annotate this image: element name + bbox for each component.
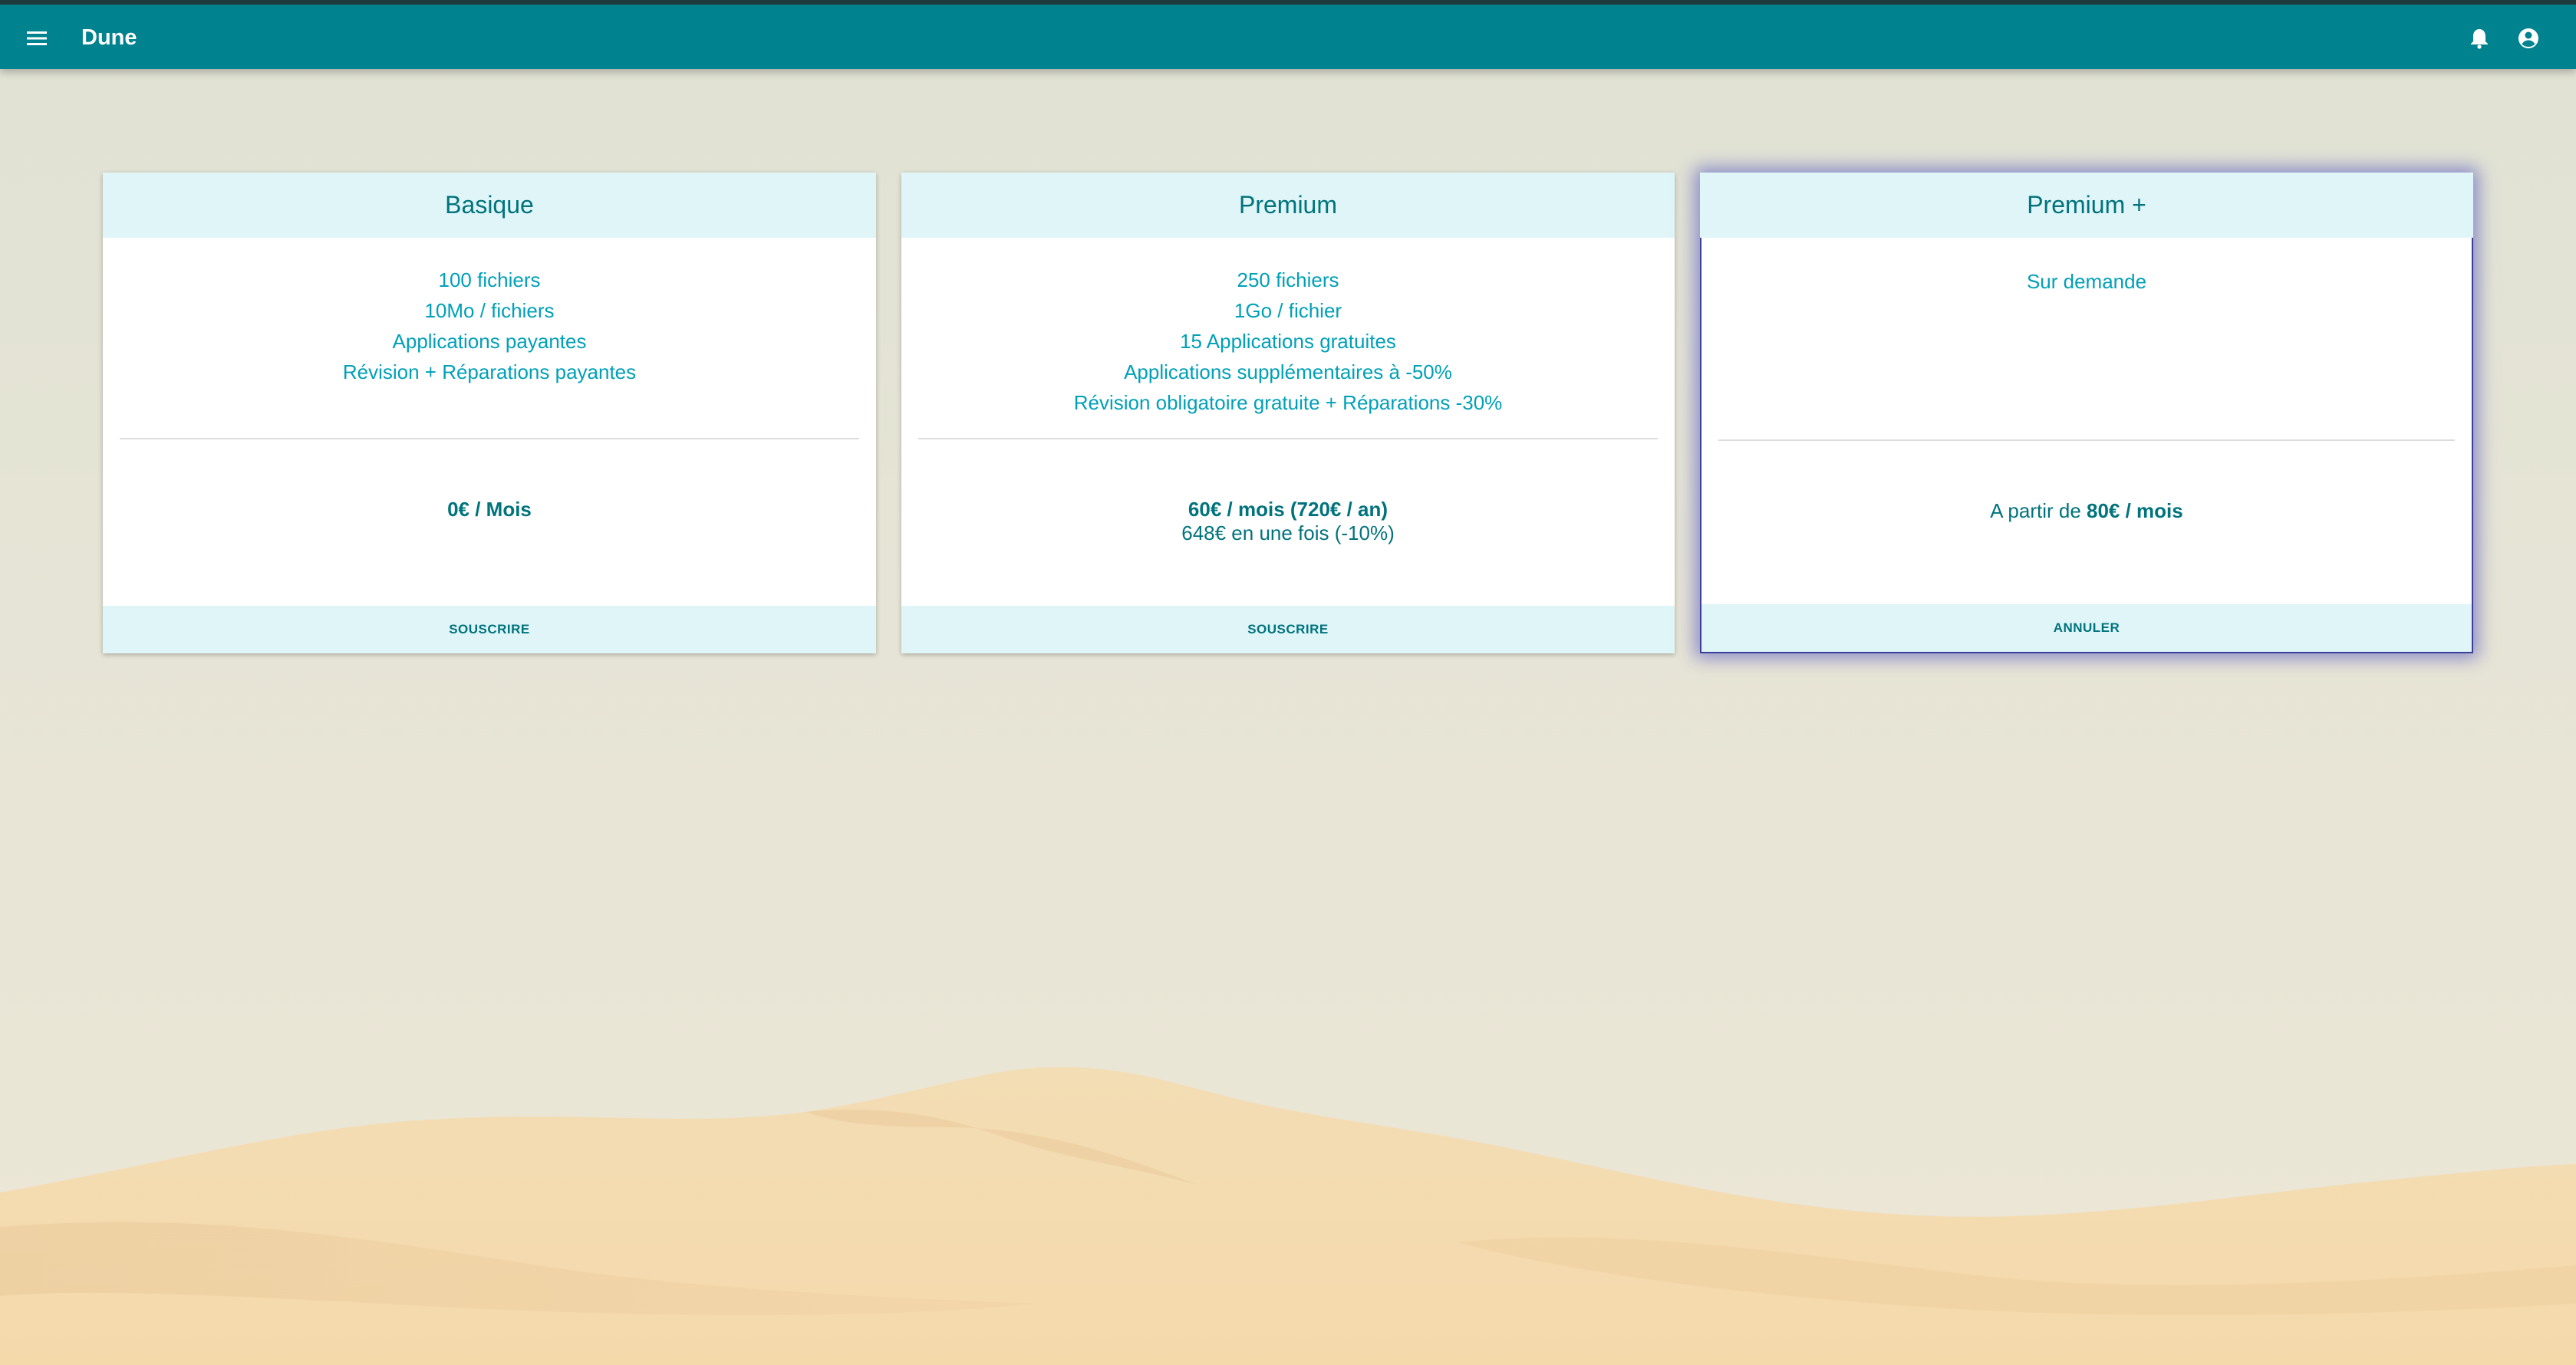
feature-item: 1Go / fichier <box>1234 299 1342 322</box>
subscribe-button[interactable]: SOUSCRIRE <box>901 606 1675 653</box>
cancel-button[interactable]: ANNULER <box>1701 604 2472 652</box>
plan-features: 100 fichiers 10Mo / fichiers Application… <box>103 265 876 387</box>
price-sub: 648€ en une fois (-10%) <box>1181 521 1395 544</box>
feature-item: Révision + Réparations payantes <box>342 360 637 383</box>
plan-features: Sur demande <box>1701 266 2472 297</box>
plan-features: 250 fichiers 1Go / fichier 15 Applicatio… <box>901 265 1675 418</box>
app-title: Dune <box>81 25 137 50</box>
plan-title: Premium + <box>1700 173 2473 238</box>
plan-card-basique: Basique 100 fichiers 10Mo / fichiers App… <box>103 173 876 653</box>
app-toolbar: Dune <box>0 0 2576 69</box>
feature-item: 250 fichiers <box>1237 268 1339 291</box>
plan-title: Premium <box>901 173 1675 238</box>
divider <box>120 438 859 439</box>
feature-item: Applications supplémentaires à -50% <box>1124 360 1452 383</box>
price-prefix: A partir de <box>1990 499 2087 522</box>
plan-price: A partir de 80€ / mois <box>1701 499 2472 523</box>
price-main: 80€ / mois <box>2087 499 2183 522</box>
plan-price: 0€ / Mois <box>103 498 876 521</box>
plan-price: 60€ / mois (720€ / an) 648€ en une fois … <box>901 498 1675 545</box>
feature-item: 15 Applications gratuites <box>1180 330 1396 353</box>
feature-item: 100 fichiers <box>438 268 541 291</box>
plan-title: Basique <box>103 173 876 238</box>
menu-icon[interactable] <box>20 21 54 55</box>
feature-item: Révision obligatoire gratuite + Réparati… <box>1073 391 1503 414</box>
price-main: 0€ / Mois <box>447 498 532 521</box>
divider <box>918 438 1658 439</box>
bell-icon[interactable] <box>2462 21 2496 55</box>
plan-card-premium-plus: Premium + Sur demande A partir de 80€ / … <box>1700 173 2473 653</box>
price-main: 60€ / mois (720€ / an) <box>1188 498 1388 521</box>
feature-item: 10Mo / fichiers <box>424 299 555 322</box>
feature-item: Applications payantes <box>392 330 587 353</box>
divider <box>1718 439 2455 441</box>
feature-item: Sur demande <box>2026 270 2147 293</box>
subscribe-button[interactable]: SOUSCRIRE <box>103 606 876 653</box>
account-circle-icon[interactable] <box>2512 21 2545 55</box>
plan-card-premium: Premium 250 fichiers 1Go / fichier 15 Ap… <box>901 173 1675 653</box>
